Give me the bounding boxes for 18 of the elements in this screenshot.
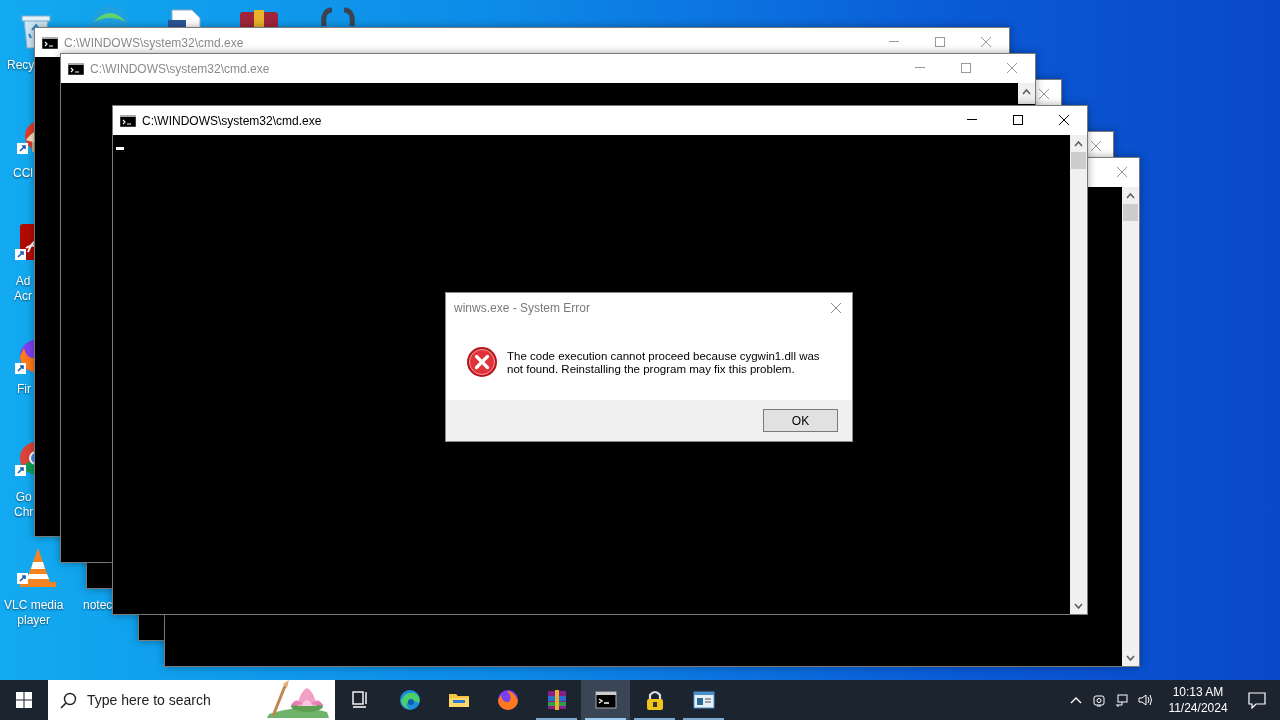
window-title: C:\WINDOWS\system32\cmd.exe xyxy=(90,60,270,78)
clock[interactable]: 10:13 AM 11/24/2024 xyxy=(1164,684,1232,716)
icon-label[interactable]: Ad Acr xyxy=(14,274,32,304)
icon-label[interactable]: Fir xyxy=(17,382,31,397)
window-title: C:\WINDOWS\system32\cmd.exe xyxy=(64,34,244,52)
error-message: The code execution cannot proceed because cygwin1.dll was not found. Reinstalling the program may fix this problem. xyxy=(507,349,821,376)
ok-button[interactable]: OK xyxy=(763,409,838,432)
dialog-title: winws.exe - System Error xyxy=(454,300,591,317)
clock-time: 10:13 AM xyxy=(1172,684,1224,700)
search-box[interactable]: Type here to search xyxy=(48,680,335,720)
search-field[interactable]: Type here to search xyxy=(87,689,237,711)
clock-date: 11/24/2024 xyxy=(1168,700,1228,716)
window-title: C:\WINDOWS\system32\cmd.exe xyxy=(142,112,322,130)
icon-label[interactable]: notec xyxy=(83,598,113,613)
icon-label[interactable]: Go Chr xyxy=(14,490,34,520)
icon-label[interactable]: Recy xyxy=(7,58,35,73)
icon-label[interactable]: CCl xyxy=(13,166,33,181)
icon-label[interactable]: VLC media player xyxy=(4,598,64,628)
